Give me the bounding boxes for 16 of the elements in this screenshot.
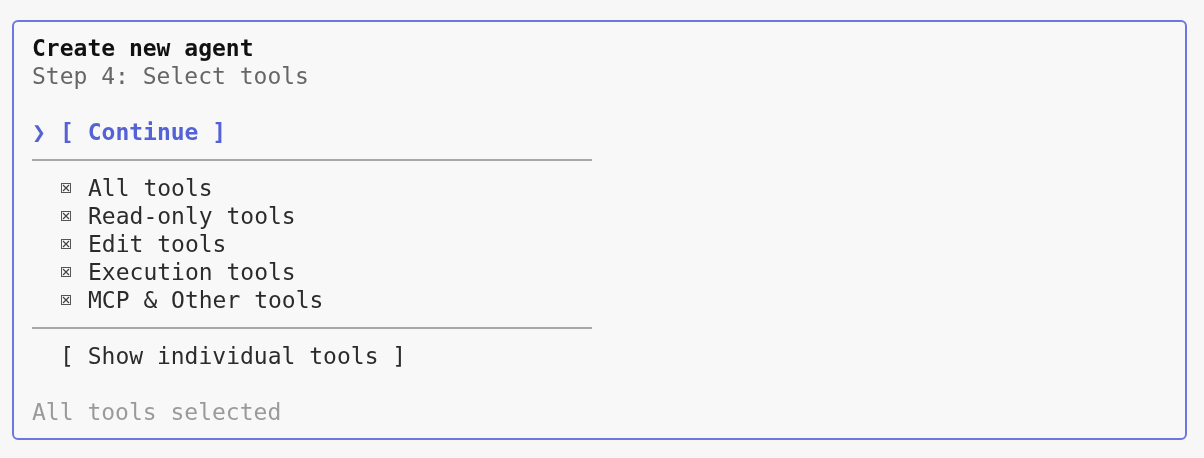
checkbox-label: Read-only tools: [88, 202, 296, 230]
menu-option[interactable]: [ Show individual tools ]: [60, 342, 407, 370]
checkbox[interactable]: [61, 267, 71, 277]
step-subtitle: Step 4: Select tools: [32, 62, 309, 90]
checkbox-label: Execution tools: [88, 258, 296, 286]
status-text: All tools selected: [32, 398, 282, 426]
checkbox-label: MCP & Other tools: [88, 286, 324, 314]
checkbox[interactable]: [61, 183, 71, 193]
menu-option[interactable]: [ Continue ]: [60, 118, 227, 146]
checkbox[interactable]: [61, 239, 71, 249]
checkbox-label: All tools: [88, 174, 213, 202]
checkbox-label: Edit tools: [88, 230, 227, 258]
pointer-icon: ❯: [32, 118, 60, 146]
checkbox[interactable]: [61, 211, 71, 221]
checkbox[interactable]: [61, 295, 71, 305]
dialog-title: Create new agent: [32, 34, 254, 62]
